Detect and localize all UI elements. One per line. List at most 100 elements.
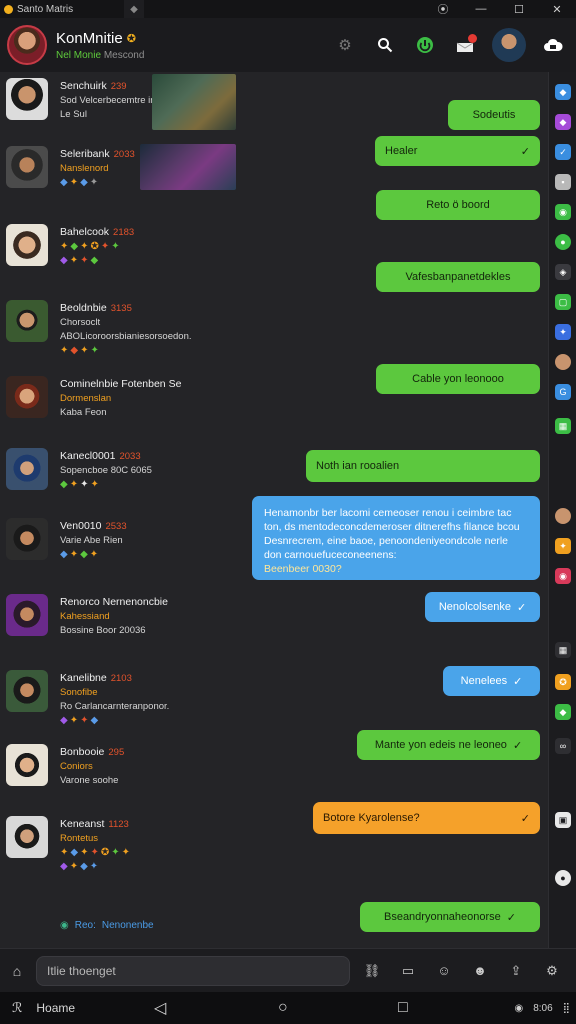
list-item[interactable]: Kanelibne 2103 Sonofibe Ro Carlancarntera… (0, 670, 169, 726)
sender-name[interactable]: Renorco Nernenoncbie (60, 596, 168, 608)
list-item[interactable]: Ven0010 2533 Varie Abe Rien ◆ ✦ ◆ ✦ (0, 518, 127, 560)
close-button[interactable]: ✕ (538, 0, 576, 18)
sender-name[interactable]: Bonbooie (60, 746, 104, 758)
typing-label: Reo: (74, 920, 96, 931)
rail-app-icon[interactable]: ∞ (555, 738, 571, 754)
new-tab-icon[interactable]: ◆ (124, 0, 144, 18)
sender-name[interactable]: Kanecl0001 (60, 450, 115, 462)
sender-avatar[interactable] (6, 300, 48, 342)
rail-app-icon[interactable]: ▪ (555, 174, 571, 190)
rail-app-icon[interactable]: ▢ (555, 294, 571, 310)
emote-row: ✦ ◆ ✦ ✦ (60, 345, 99, 356)
outgoing-message[interactable]: Noth ian rooalien (306, 450, 540, 482)
inbox-icon[interactable] (450, 30, 480, 60)
sender-avatar[interactable] (6, 670, 48, 712)
rail-app-icon[interactable]: ▦ (555, 642, 571, 658)
rail-app-icon[interactable]: ✪ (555, 674, 571, 690)
sender-avatar[interactable] (6, 744, 48, 786)
outgoing-message[interactable]: Botore Kyarolense? ✓ (313, 802, 540, 834)
rail-app-icon[interactable]: ◈ (555, 264, 571, 280)
sender-name[interactable]: Cominelnbie Fotenben Se (60, 378, 181, 390)
outgoing-message[interactable]: Nenolcolsenke ✓ (425, 592, 540, 622)
recents-icon[interactable]: □ (398, 999, 408, 1017)
sender-avatar[interactable] (6, 224, 48, 266)
user-avatar[interactable] (492, 28, 526, 62)
settings-gear-icon[interactable]: ⚙ (330, 30, 360, 60)
sender-name[interactable]: Kanelibne (60, 672, 107, 684)
online-status-icon[interactable] (410, 30, 440, 60)
game-screenshot-thumbnail[interactable] (140, 144, 236, 190)
sender-avatar[interactable] (6, 146, 48, 188)
upload-icon[interactable]: ⇪ (498, 956, 534, 986)
launcher-icon[interactable]: ℛ (12, 1000, 22, 1016)
rail-app-icon[interactable] (555, 508, 571, 524)
sender-name[interactable]: Beoldnbie (60, 302, 107, 314)
rail-app-icon[interactable]: ● (555, 870, 571, 886)
game-screenshot-thumbnail[interactable] (152, 74, 236, 130)
home-icon[interactable]: ⌂ (8, 962, 26, 980)
list-item[interactable]: Bonbooie 295 Coniors Varone soohe (0, 744, 124, 786)
title-bar-tab[interactable]: Santo Matris (0, 0, 124, 18)
list-item[interactable]: Bahelcook 2183 ✦ ◆ ✦ ✪ ✦ ✦ ◆ ✦ ✦ ◆ (0, 224, 134, 266)
outgoing-message[interactable]: Cable yon leonooo (376, 364, 540, 394)
rail-app-icon[interactable]: ◉ (555, 204, 571, 220)
message-text: Botore Kyarolense? (323, 812, 420, 824)
sender-avatar[interactable] (6, 78, 48, 120)
rail-app-icon[interactable]: ◆ (555, 114, 571, 130)
rail-app-icon[interactable]: ✦ (555, 324, 571, 340)
list-item[interactable]: Beoldnbie 3135 Chorsoclt ABOLicoroorsbian… (0, 300, 192, 356)
rail-app-icon[interactable]: ● (555, 234, 571, 250)
sender-name[interactable]: Keneanst (60, 818, 104, 830)
maximize-button[interactable]: ☐ (500, 0, 538, 18)
home-circle-icon[interactable]: ○ (278, 999, 288, 1017)
outgoing-message[interactable]: Reto ö boord (376, 190, 540, 220)
outgoing-message[interactable]: Mante yon edeis ne leoneo ✓ (357, 730, 540, 760)
sender-avatar[interactable] (6, 816, 48, 858)
link-icon[interactable]: ⛓ (354, 956, 390, 986)
sender-name[interactable]: Seleribank (60, 148, 110, 160)
rail-app-icon[interactable]: ▣ (555, 812, 571, 828)
minimize-button[interactable]: — (462, 0, 500, 18)
rail-app-icon[interactable]: ▦ (555, 418, 571, 434)
list-item[interactable]: Seleribank 2033 Nanslenord ◆ ✦ ◆ ✦ (0, 146, 135, 188)
rail-app-icon[interactable]: ◆ (555, 84, 571, 100)
message-text: Dormenslan (60, 393, 112, 404)
list-item[interactable]: Cominelnbie Fotenben Se Dormenslan Kaba … (0, 376, 181, 418)
settings-icon[interactable]: ⚙ (534, 956, 570, 986)
read-check-icon: ✓ (520, 145, 530, 158)
list-item[interactable]: Kanecl0001 2033 Sopencboe 80C 6065 ◆ ✦ ✦ ✦ (0, 448, 152, 490)
rail-app-icon[interactable]: G (555, 384, 571, 400)
sender-name[interactable]: Senchuirk (60, 80, 107, 92)
chat-area[interactable]: Senchuirk 239 Sod Velcerbecemtre in biclo… (0, 72, 548, 948)
sender-avatar[interactable] (6, 448, 48, 490)
list-item[interactable]: Keneanst 1123 Rontetus ✦ ◆ ✦ ✦ ✪ ✦ ✦ ◆ ✦ ◆ ✦ (0, 816, 130, 872)
sender-name[interactable]: Ven0010 (60, 520, 101, 532)
sticker-icon[interactable]: ☺ (426, 956, 462, 986)
outgoing-message[interactable]: Henamonbr ber lacomi cemeoser renou i ce… (252, 496, 540, 580)
rail-app-icon[interactable]: ✦ (555, 538, 571, 554)
sender-avatar[interactable] (6, 376, 48, 418)
list-item[interactable]: Renorco Nernenoncbie Kahessiand Bossine … (0, 594, 168, 636)
emote-row: ✦ ◆ ✦ ✦ ✪ ✦ ✦ (60, 847, 131, 858)
outgoing-message[interactable]: Nenelees ✓ (443, 666, 540, 696)
channel-avatar[interactable] (7, 25, 47, 65)
sender-avatar[interactable] (6, 594, 48, 636)
gif-icon[interactable]: ▭ (390, 956, 426, 986)
message-text: Sodeutis (472, 109, 516, 121)
cloud-icon[interactable] (538, 30, 568, 60)
settings-button[interactable]: ⦿ (424, 0, 462, 18)
outgoing-message[interactable]: Sodeutis (448, 100, 540, 130)
sender-name[interactable]: Bahelcook (60, 226, 109, 238)
emoji-icon[interactable]: ☻ (462, 956, 498, 986)
outgoing-message[interactable]: Vafesbanpanetdekles (376, 262, 540, 292)
rail-app-icon[interactable]: ◆ (555, 704, 571, 720)
message-input[interactable] (36, 955, 350, 986)
outgoing-message[interactable]: Bseandryonnaheonorse ✓ (360, 902, 540, 932)
sender-avatar[interactable] (6, 518, 48, 560)
back-icon[interactable]: ◁ (154, 998, 166, 1018)
rail-app-icon[interactable]: ◉ (555, 568, 571, 584)
search-icon[interactable] (370, 30, 400, 60)
rail-app-icon[interactable] (555, 354, 571, 370)
outgoing-message[interactable]: Healer ✓ (375, 136, 540, 166)
rail-app-icon[interactable]: ✓ (555, 144, 571, 160)
